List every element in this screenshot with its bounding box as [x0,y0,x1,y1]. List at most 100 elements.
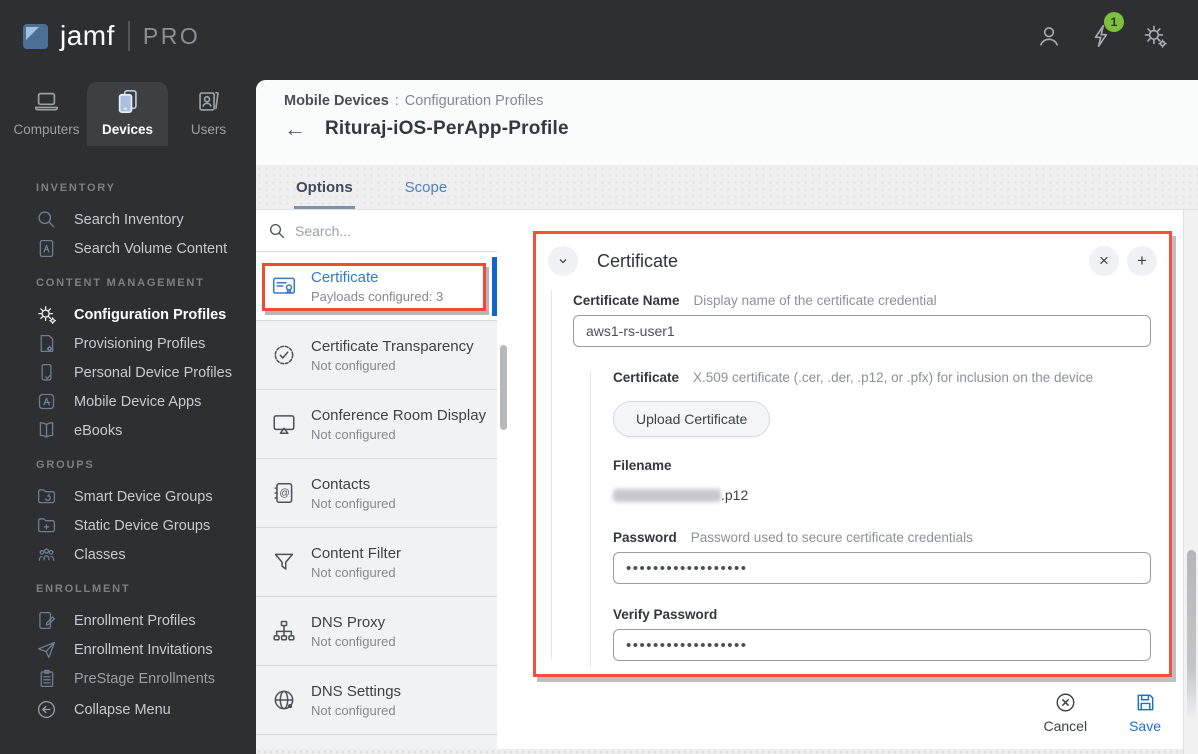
certificate-name-help: Display name of the certificate credenti… [693,293,937,308]
payload-search[interactable] [256,210,497,252]
volume-content-icon [39,239,54,258]
payload-item-dns-settings[interactable]: DNS Settings Not configured [256,666,497,735]
sidebar-item-mobile-device-apps[interactable]: Mobile Device Apps [0,387,256,416]
indent-guide [590,372,591,667]
device-type-tabs: Computers Devices Users [0,72,256,146]
scrollbar-thumb[interactable] [1187,550,1196,720]
jamf-logo-icon [23,23,48,49]
collapse-payload-button[interactable] [548,246,578,276]
payload-item-dns-proxy[interactable]: DNS Proxy Not configured [256,597,497,666]
people-icon [38,548,55,561]
payload-title: Content Filter [311,544,402,562]
jamf-pro-logo: jamf PRO [22,20,200,52]
sidebar-item-personal-device-profiles[interactable]: Personal Device Profiles [0,358,256,387]
sidebar-item-search-inventory[interactable]: Search Inventory [0,205,256,234]
settings-gear-icon[interactable] [1142,23,1168,49]
profile-tabs: Options Scope [256,165,1198,210]
payload-list-scrollbar[interactable] [497,210,510,754]
save-label: Save [1129,718,1161,734]
sidebar-item-ebooks[interactable]: eBooks [0,416,256,445]
seal-check-icon [274,345,294,365]
tab-users[interactable]: Users [168,82,249,146]
payload-title: Certificate [311,268,379,286]
notifications-icon[interactable]: 1 [1089,12,1124,49]
page-header: Mobile Devices: Configuration Profiles ← … [256,80,1198,165]
brand-suffix: PRO [142,22,201,49]
floppy-save-icon [1137,694,1153,711]
page-scrollbar[interactable] [1183,210,1198,754]
breadcrumb: Mobile Devices: Configuration Profiles [284,93,1198,109]
phone-check-icon [41,363,52,381]
payload-subtitle: Not configured [311,564,396,580]
sidebar-item-smart-device-groups[interactable]: Smart Device Groups [0,482,256,511]
tab-devices[interactable]: Devices [87,82,168,146]
payload-search-input[interactable] [295,222,485,239]
bottom-pattern-strip [256,749,1183,754]
password-input[interactable] [613,552,1151,584]
notification-badge: 1 [1104,12,1124,32]
content-area: Mobile Devices: Configuration Profiles ← … [256,80,1198,754]
app-store-icon [38,393,55,410]
sidebar-item-provisioning-profiles[interactable]: Provisioning Profiles [0,329,256,358]
verify-password-input[interactable] [613,629,1151,661]
mobile-devices-icon [118,89,137,114]
payload-item-conference-room-display[interactable]: Conference Room Display Not configured [256,390,497,459]
certificate-icon [272,277,296,294]
users-badge-icon [199,91,219,111]
sidebar-item-label: Enrollment Invitations [74,641,213,658]
payload-item-certificate[interactable]: Certificate Payloads configured: 3 [256,252,497,321]
payload-item-certificate-transparency[interactable]: Certificate Transparency Not configured [256,321,497,390]
breadcrumb-parent: Mobile Devices [284,93,389,109]
password-help: Password used to secure certificate cred… [690,530,973,545]
circle-x-icon [1056,693,1075,712]
brand-divider [127,21,130,51]
chevron-down-icon [559,259,567,264]
sidebar-item-label: Configuration Profiles [74,306,227,323]
sidebar-item-label: Enrollment Profiles [74,612,196,629]
payload-item-contacts[interactable]: Contacts Not configured [256,459,497,528]
sidebar-item-prestage-enrollments[interactable]: PreStage Enrollments [0,664,256,693]
section-header-content-management: CONTENT MANAGEMENT [36,277,205,289]
remove-payload-button[interactable]: × [1089,246,1119,276]
payload-title: DNS Proxy [311,613,386,631]
tab-computers[interactable]: Computers [6,82,87,146]
network-icon [273,620,295,641]
breadcrumb-separator: : [394,93,399,109]
password-label: Password [613,530,677,545]
collapse-menu-label: Collapse Menu [74,701,171,718]
certificate-name-label: Certificate Name [573,293,680,308]
collapse-menu-button[interactable]: Collapse Menu [0,695,256,724]
verify-password-label: Verify Password [613,607,718,622]
sidebar-item-search-volume-content[interactable]: Search Volume Content [0,234,256,263]
payload-title: Contacts [311,475,371,493]
gears-icon [38,306,56,324]
payload-item-content-filter[interactable]: Content Filter Not configured [256,528,497,597]
payload-panel-title: Certificate [597,250,679,271]
tab-options[interactable]: Options [294,165,355,209]
action-footer: Cancel Save [1043,691,1161,734]
sidebar-item-static-device-groups[interactable]: Static Device Groups [0,511,256,540]
top-bar: jamf PRO 1 [0,0,1198,72]
cancel-button[interactable]: Cancel [1043,691,1087,734]
filename-extension: .p12 [721,487,749,503]
back-arrow-icon[interactable]: ← [284,118,306,140]
payload-subtitle: Not configured [311,426,396,442]
scrollbar-thumb[interactable] [500,345,507,430]
certificate-name-input[interactable] [573,315,1151,347]
add-payload-button[interactable]: + [1127,246,1157,276]
search-icon [38,211,55,228]
sidebar-item-enrollment-invitations[interactable]: Enrollment Invitations [0,635,256,664]
save-button[interactable]: Save [1129,691,1161,734]
sidebar-item-classes[interactable]: Classes [0,540,256,569]
contacts-book-icon [274,483,293,503]
sidebar-item-configuration-profiles[interactable]: Configuration Profiles [0,300,256,329]
payload-subtitle: Not configured [311,702,396,718]
upload-certificate-button[interactable]: Upload Certificate [613,401,771,437]
sidebar-item-label: Search Volume Content [74,240,228,257]
sidebar-item-label: Classes [74,546,126,563]
sidebar-item-enrollment-profiles[interactable]: Enrollment Profiles [0,606,256,635]
laptop-icon [34,92,59,111]
account-icon[interactable] [1036,23,1062,49]
tablet-pencil-icon [39,611,56,630]
tab-scope[interactable]: Scope [405,165,448,209]
